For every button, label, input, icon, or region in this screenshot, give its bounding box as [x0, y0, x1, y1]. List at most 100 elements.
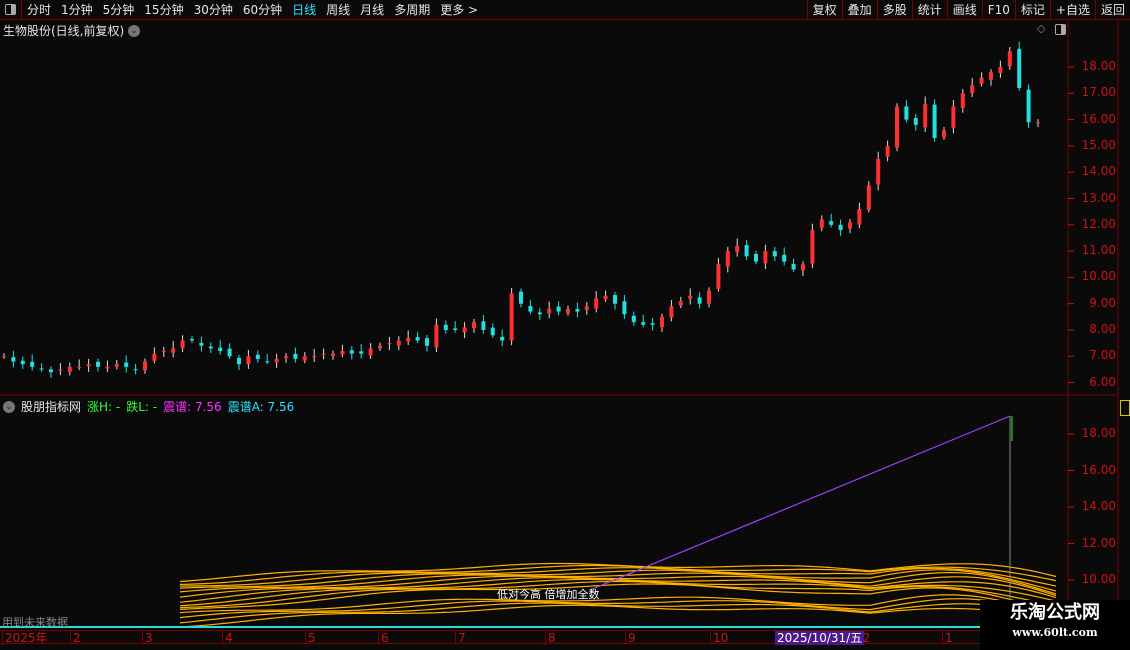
candle-body: [528, 306, 533, 312]
candle-body: [199, 342, 204, 346]
candle-body: [537, 312, 542, 315]
candle-body: [594, 298, 599, 309]
x-tick-label: 4: [222, 631, 233, 645]
candle-body: [829, 221, 834, 225]
candle-body: [77, 366, 82, 368]
candle-body: [190, 338, 194, 341]
candle-body: [161, 351, 166, 353]
candle-body: [1036, 122, 1040, 124]
x-tick-label: 9: [625, 631, 636, 645]
candle-body: [171, 348, 176, 353]
candle-body: [923, 103, 928, 128]
zp-value: 震谱: 7.56: [163, 400, 222, 414]
candle-body: [754, 253, 758, 262]
y-tick-label: 8.00: [1089, 322, 1116, 336]
candle-body: [866, 185, 871, 210]
candle-body: [660, 316, 664, 328]
y-tick-label: 16.00: [1081, 462, 1116, 477]
candle-body: [951, 106, 956, 128]
x-tick-label: 5: [305, 631, 316, 645]
candle-body: [1007, 51, 1012, 67]
overlay-text: 低对今高 倍增加全数: [497, 588, 600, 601]
candle-body: [443, 324, 448, 330]
candle-body: [500, 336, 505, 341]
future-data-note: 用到未来数据: [2, 616, 68, 629]
candle-body: [58, 369, 63, 371]
candle-body: [96, 361, 100, 367]
candle-body: [11, 357, 16, 362]
candle-body: [979, 77, 984, 84]
candle-body: [998, 67, 1003, 74]
candle-body: [114, 364, 119, 367]
candle-body: [415, 337, 420, 341]
y-tick-label: 7.00: [1089, 348, 1116, 363]
chevron-down-icon[interactable]: ⌄: [3, 400, 15, 413]
candle-body: [490, 327, 495, 336]
candle-body: [472, 322, 476, 329]
candle-body: [312, 356, 317, 358]
y-tick-label: 13.00: [1081, 190, 1116, 205]
candle-body: [641, 322, 646, 325]
candle-body: [2, 356, 6, 358]
watermark-logo: 乐淘公式网 www.60lt.com: [980, 600, 1130, 650]
candle-body: [152, 353, 157, 361]
candle-body: [331, 353, 335, 357]
candle-body: [180, 340, 185, 349]
candle-body: [378, 345, 382, 349]
candle-body: [838, 224, 843, 231]
y-tick-label: 15.00: [1081, 137, 1116, 152]
side-tab[interactable]: [1120, 400, 1130, 416]
candle-body: [20, 360, 25, 365]
x-tick-label: 2025年: [2, 631, 48, 645]
candle-body: [763, 251, 768, 264]
candle-body: [349, 350, 354, 354]
candle-body: [725, 251, 730, 267]
y-tick-label: 12.00: [1081, 535, 1116, 550]
candle-body: [970, 85, 975, 94]
candle-body: [453, 328, 458, 330]
candle-body: [481, 321, 486, 330]
y-tick-label: 18.00: [1081, 59, 1116, 73]
candle-body: [603, 295, 608, 300]
candle-body: [462, 327, 467, 333]
candle-body: [575, 308, 580, 312]
candle-body: [848, 222, 852, 229]
candle-body: [547, 308, 552, 314]
candle-body: [284, 356, 288, 359]
candle-body: [932, 104, 937, 139]
candle-body: [584, 306, 589, 311]
candle-body: [105, 366, 110, 369]
candle-body: [340, 351, 345, 355]
candle-body: [772, 251, 777, 257]
y-tick-label: 18.00: [1081, 426, 1116, 440]
contour-line: [179, 602, 1057, 624]
y-tick-label: 14.00: [1081, 499, 1116, 513]
y-tick-label: 9.00: [1089, 295, 1116, 310]
x-tick-label: 7: [455, 631, 466, 645]
candle-body: [707, 290, 711, 304]
contour-line: [179, 604, 1057, 628]
candle-body: [208, 346, 213, 349]
indicator-name[interactable]: 股朋指标网: [21, 398, 81, 415]
candle-body: [67, 366, 72, 372]
y-tick-label: 6.00: [1089, 374, 1116, 389]
candle-body: [1017, 48, 1022, 89]
candle-body: [86, 364, 91, 367]
candle-body: [124, 362, 129, 367]
zpa-value: 震谱A: 7.56: [227, 400, 295, 414]
candle-body: [566, 308, 570, 314]
x-tick-label: 3: [142, 631, 153, 645]
candle-body: [237, 357, 241, 365]
candle-body: [678, 301, 683, 306]
candle-body: [265, 361, 270, 363]
candle-body: [246, 356, 251, 365]
candle-body: [650, 323, 655, 325]
candle-body: [387, 343, 392, 345]
x-tick-label: 1: [942, 631, 953, 645]
candle-body: [716, 264, 721, 289]
candle-body: [669, 306, 674, 318]
candle-body: [819, 219, 824, 228]
candle-body: [39, 368, 44, 370]
candle-body: [1026, 89, 1031, 123]
candle-body: [274, 358, 279, 363]
